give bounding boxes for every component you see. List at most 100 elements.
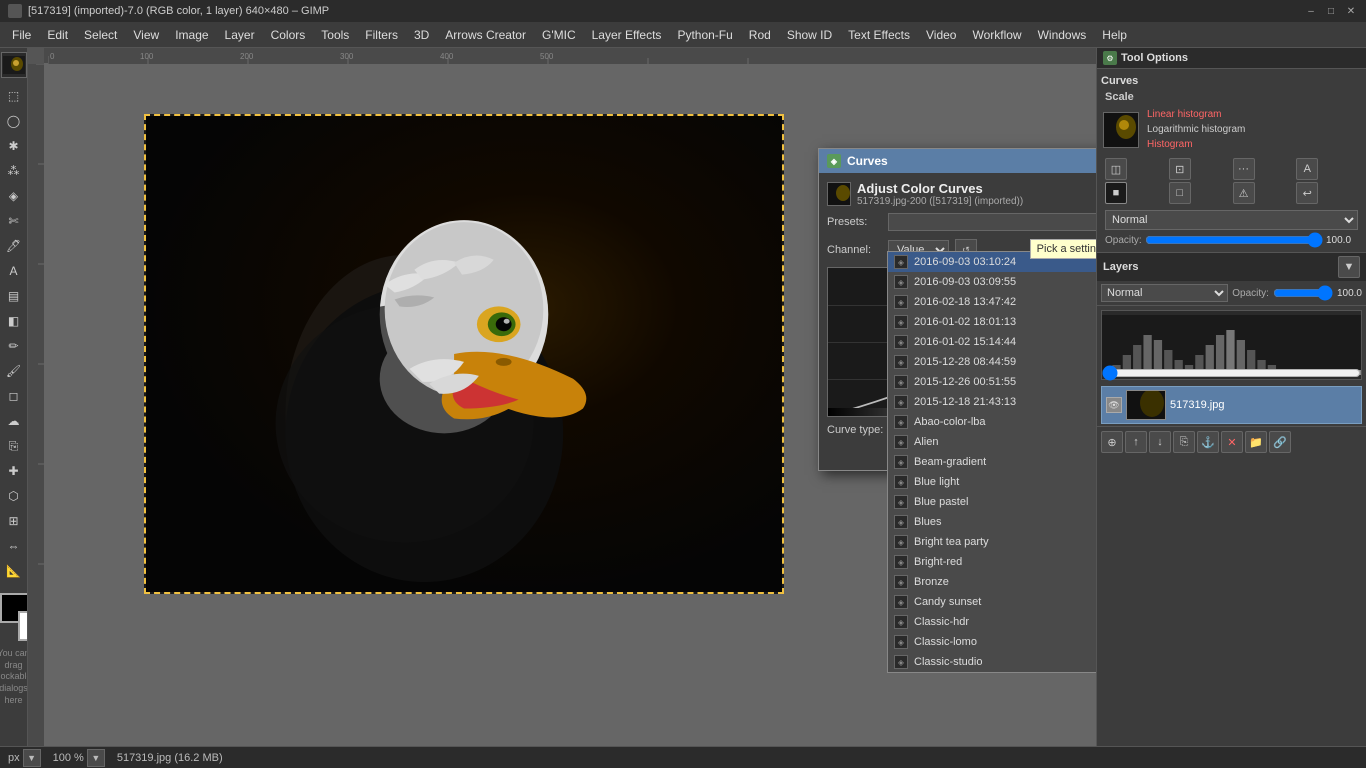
opacity-slider[interactable] (1145, 234, 1323, 246)
layer-lower-btn[interactable]: ↓ (1149, 431, 1171, 453)
preset-item-11[interactable]: ◈ Blue light (888, 472, 1096, 492)
preset-item-8[interactable]: ◈ Abao-color-lba (888, 412, 1096, 432)
tool-fuzzy-select[interactable]: ⁂ (2, 159, 26, 183)
layer-item[interactable]: 👁 517319.jpg (1101, 386, 1362, 424)
menu-layer[interactable]: Layer (217, 22, 263, 47)
grid-btn-2[interactable]: ⊡ (1169, 158, 1191, 180)
mode-select[interactable]: Normal (1105, 210, 1358, 230)
minimize-button[interactable]: – (1304, 4, 1318, 18)
menu-tools[interactable]: Tools (313, 22, 357, 47)
menu-file[interactable]: File (4, 22, 39, 47)
menu-layer-effects[interactable]: Layer Effects (584, 22, 670, 47)
layer-thumbnail-small[interactable] (1, 52, 27, 78)
menu-edit[interactable]: Edit (39, 22, 76, 47)
preset-item-18[interactable]: ◈ Classic-hdr (888, 612, 1096, 632)
menu-arrows-creator[interactable]: Arrows Creator (437, 22, 534, 47)
preset-item-17[interactable]: ◈ Candy sunset (888, 592, 1096, 612)
menu-windows[interactable]: Windows (1030, 22, 1095, 47)
menu-filters[interactable]: Filters (357, 22, 406, 47)
menu-show-id[interactable]: Show ID (779, 22, 840, 47)
layer-duplicate-btn[interactable]: ⎘ (1173, 431, 1195, 453)
menu-image[interactable]: Image (167, 22, 216, 47)
layers-panel: Layers ▼ Normal Opacity: 100.0 (1097, 252, 1366, 768)
tool-color-select[interactable]: ◈ (2, 184, 26, 208)
grid-btn-4[interactable]: A (1296, 158, 1318, 180)
tool-paths[interactable]: 🖊 (2, 234, 26, 258)
preset-icon-7: ◈ (894, 395, 908, 409)
grid-btn-5[interactable]: ■ (1105, 182, 1127, 204)
preset-dropdown[interactable]: ◈ 2016-09-03 03:10:24 ◈ 2016-09-03 03:09… (887, 251, 1096, 673)
layer-delete-btn[interactable]: ✕ (1221, 431, 1243, 453)
grid-btn-3[interactable]: ··· (1233, 158, 1255, 180)
layer-visibility-toggle[interactable]: 👁 (1106, 397, 1122, 413)
tool-pencil[interactable]: ✏ (2, 334, 26, 358)
menu-gmic[interactable]: G'MIC (534, 22, 584, 47)
grid-btn-6[interactable]: □ (1169, 182, 1191, 204)
menu-video[interactable]: Video (918, 22, 964, 47)
preset-item-7[interactable]: ◈ 2015-12-18 21:43:13 (888, 392, 1096, 412)
menu-view[interactable]: View (125, 22, 167, 47)
menu-help[interactable]: Help (1094, 22, 1135, 47)
layer-new-btn[interactable]: ⊕ (1101, 431, 1123, 453)
preset-item-14[interactable]: ◈ Bright tea party (888, 532, 1096, 552)
unit-dropdown-btn[interactable]: ▼ (23, 749, 41, 767)
layer-raise-btn[interactable]: ↑ (1125, 431, 1147, 453)
menu-3d[interactable]: 3D (406, 22, 437, 47)
grid-btn-8[interactable]: ↩ (1296, 182, 1318, 204)
tool-perspective[interactable]: ⬡ (2, 484, 26, 508)
zoom-dropdown-btn[interactable]: ▼ (87, 749, 105, 767)
preset-item-1[interactable]: ◈ 2016-09-03 03:09:55 (888, 272, 1096, 292)
preset-item-2[interactable]: ◈ 2016-02-18 13:47:42 (888, 292, 1096, 312)
tool-rect-select[interactable]: ⬚ (2, 84, 26, 108)
tool-flip[interactable]: ⇔ (2, 534, 26, 558)
tool-scissors[interactable]: ✄ (2, 209, 26, 233)
preset-item-13[interactable]: ◈ Blues (888, 512, 1096, 532)
tool-clone[interactable]: ⎘ (2, 434, 26, 458)
layers-btn-1[interactable]: ▼ (1338, 256, 1360, 278)
preset-item-20[interactable]: ◈ Classic-studio (888, 652, 1096, 672)
layer-folder-btn[interactable]: 📁 (1245, 431, 1267, 453)
menu-colors[interactable]: Colors (263, 22, 314, 47)
tool-heal[interactable]: ✚ (2, 459, 26, 483)
tool-text[interactable]: A (2, 259, 26, 283)
menu-workflow[interactable]: Workflow (964, 22, 1029, 47)
layers-controls: Normal Opacity: 100.0 (1097, 281, 1366, 306)
grid-btn-7[interactable]: ⚠ (1233, 182, 1255, 204)
tool-bucket[interactable]: ▤ (2, 284, 26, 308)
tool-transform[interactable]: ⊞ (2, 509, 26, 533)
preset-item-12[interactable]: ◈ Blue pastel (888, 492, 1096, 512)
toolbox: ⬚ ◯ ✱ ⁂ ◈ ✄ 🖊 A ▤ ◧ ✏ 🖌 ◻ ☁ ⎘ ✚ ⬡ ⊞ ⇔ 📐 … (0, 48, 28, 768)
background-color[interactable] (18, 611, 28, 641)
layer-opacity-slider[interactable] (1273, 287, 1333, 299)
tool-eraser[interactable]: ◻ (2, 384, 26, 408)
close-button[interactable]: ✕ (1344, 4, 1358, 18)
layer-chain-btn[interactable]: 🔗 (1269, 431, 1291, 453)
layer-mode-select[interactable]: Normal (1101, 284, 1228, 302)
title-bar-buttons[interactable]: – □ ✕ (1304, 4, 1358, 18)
preset-item-19[interactable]: ◈ Classic-lomo (888, 632, 1096, 652)
preset-item-4[interactable]: ◈ 2016-01-02 15:14:44 (888, 332, 1096, 352)
preset-item-6[interactable]: ◈ 2015-12-26 00:51:55 (888, 372, 1096, 392)
maximize-button[interactable]: □ (1324, 4, 1338, 18)
preset-item-9[interactable]: ◈ Alien (888, 432, 1096, 452)
tool-brush[interactable]: 🖌 (2, 359, 26, 383)
layer-thumbnail (1126, 390, 1166, 420)
preset-item-10[interactable]: ◈ Beam-gradient (888, 452, 1096, 472)
tool-ellipse-select[interactable]: ◯ (2, 109, 26, 133)
histogram-slider[interactable] (1102, 369, 1361, 377)
tool-free-select[interactable]: ✱ (2, 134, 26, 158)
menu-text-effects[interactable]: Text Effects (840, 22, 918, 47)
menu-python-fu[interactable]: Python-Fu (669, 22, 740, 47)
preset-item-3[interactable]: ◈ 2016-01-02 18:01:13 (888, 312, 1096, 332)
preset-item-15[interactable]: ◈ Bright-red (888, 552, 1096, 572)
preset-item-16[interactable]: ◈ Bronze (888, 572, 1096, 592)
tool-airbrush[interactable]: ☁ (2, 409, 26, 433)
menu-rod[interactable]: Rod (741, 22, 779, 47)
tool-measure[interactable]: 📐 (2, 559, 26, 583)
layer-anchor-btn[interactable]: ⚓ (1197, 431, 1219, 453)
menu-select[interactable]: Select (76, 22, 125, 47)
grid-btn-1[interactable]: ◫ (1105, 158, 1127, 180)
preset-item-5[interactable]: ◈ 2015-12-28 08:44:59 (888, 352, 1096, 372)
presets-input[interactable] (888, 213, 1096, 231)
tool-blend[interactable]: ◧ (2, 309, 26, 333)
